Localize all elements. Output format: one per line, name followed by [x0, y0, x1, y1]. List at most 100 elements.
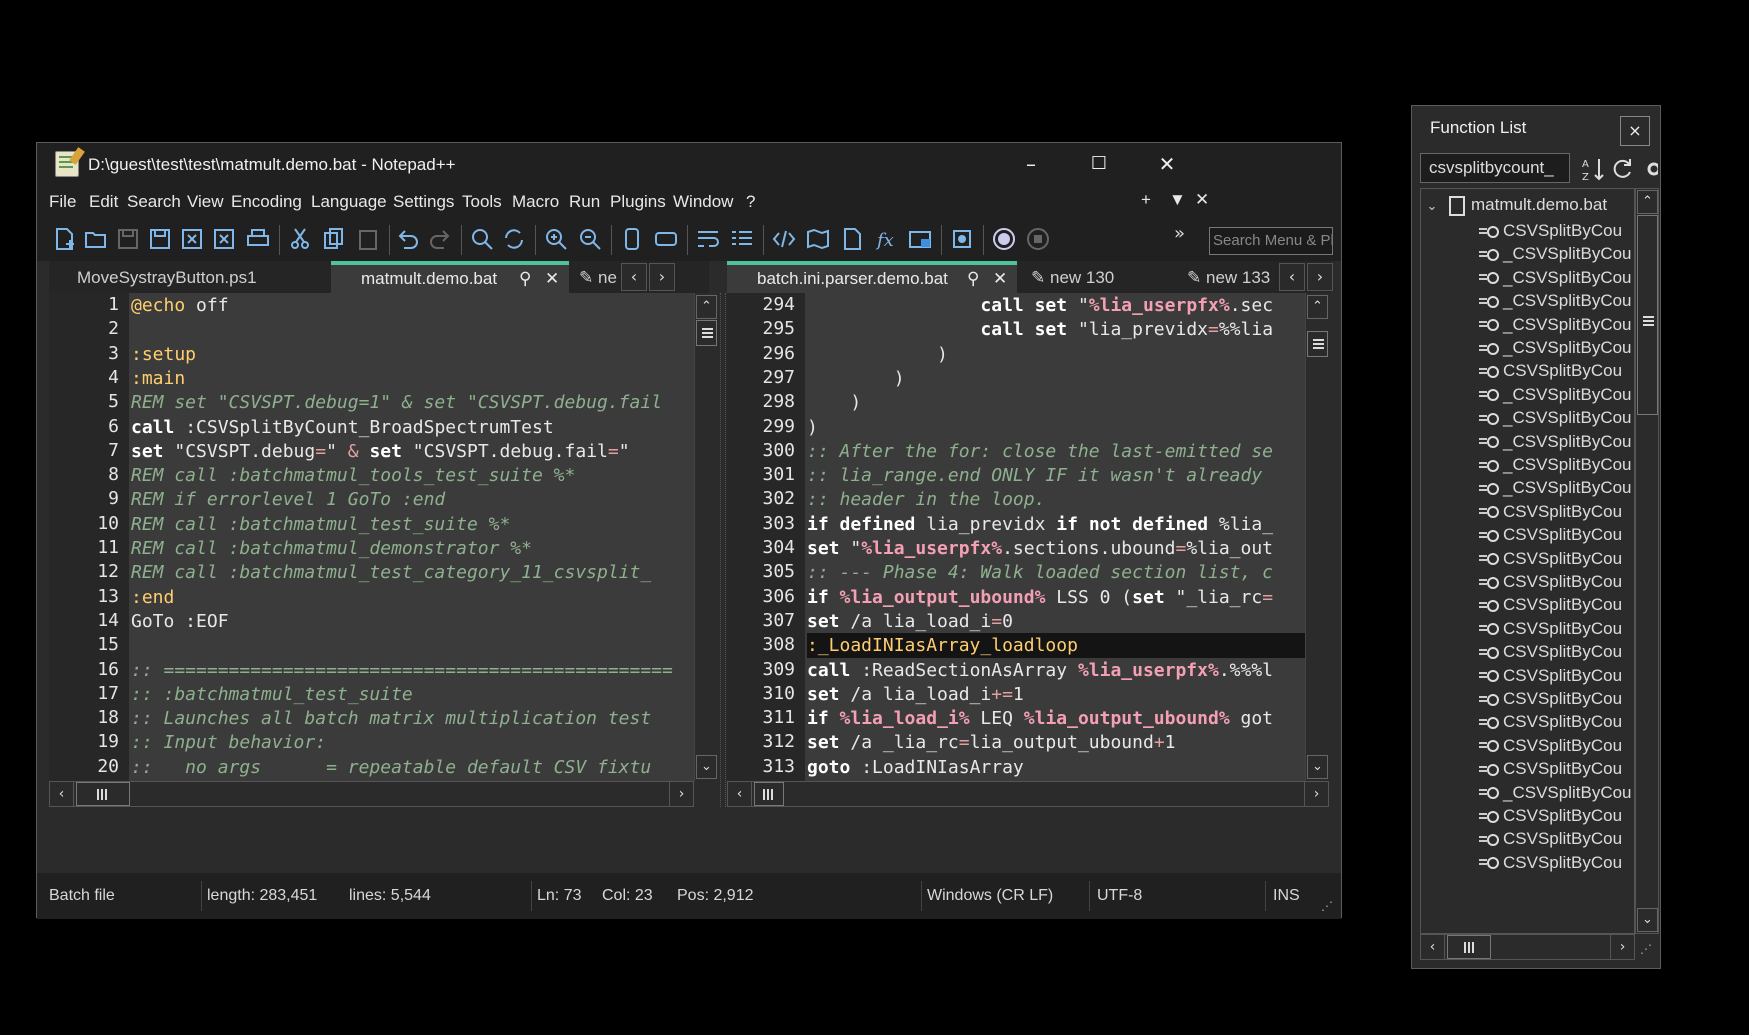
scroll-thumb[interactable]: [1447, 935, 1491, 959]
function-list-item[interactable]: CSVSplitByCou: [1479, 549, 1622, 575]
code-line[interactable]: :end: [131, 585, 694, 610]
function-list-item[interactable]: CSVSplitByCou: [1479, 525, 1622, 551]
pin-icon[interactable]: ⚲: [519, 265, 531, 293]
function-list-item[interactable]: CSVSplitByCou: [1479, 361, 1622, 387]
function-list-item[interactable]: CSVSplitByCou: [1479, 619, 1622, 645]
function-list-item[interactable]: CSVSplitByCou: [1479, 712, 1622, 738]
minimize-button[interactable]: –: [1001, 147, 1061, 183]
document-list-icon[interactable]: [839, 226, 865, 252]
code-line[interactable]: :_LoadINIasArray_loadloop: [807, 633, 1305, 659]
code-line[interactable]: set /a lia_load_i+=1: [807, 682, 1305, 707]
zoom-in-icon[interactable]: [543, 226, 569, 252]
code-line[interactable]: call :ReadSectionAsArray %lia_userpfx%.%…: [807, 658, 1305, 683]
scroll-right-button[interactable]: ›: [1610, 935, 1634, 959]
code-line[interactable]: REM call :batchmatmul_test_suite %*: [131, 512, 694, 537]
function-list-item[interactable]: CSVSplitByCou: [1479, 853, 1622, 879]
function-list-item[interactable]: _CSVSplitByCou: [1479, 478, 1632, 504]
toolbar-overflow-button[interactable]: »: [1174, 223, 1185, 244]
scroll-left-button[interactable]: ‹: [728, 782, 752, 806]
record-macro-icon[interactable]: [991, 226, 1017, 252]
code-line[interactable]: call set "lia_previdx=%%lia: [807, 317, 1305, 342]
sort-icon[interactable]: AZ: [1582, 156, 1606, 183]
tab-close-icon[interactable]: ✕: [993, 265, 1007, 293]
code-line[interactable]: :: Input behavior:: [131, 730, 694, 755]
menu-macro[interactable]: Macro: [512, 192, 559, 212]
scroll-down-button[interactable]: ⌄: [696, 755, 717, 779]
function-list-item[interactable]: CSVSplitByCou: [1479, 221, 1622, 247]
menu-file[interactable]: File: [49, 192, 76, 212]
code-line[interactable]: call :CSVSplitByCount_BroadSpectrumTest: [131, 415, 694, 440]
code-line[interactable]: REM set "CSVSPT.debug=1" & set "CSVSPT.d…: [131, 390, 694, 415]
function-list-vertical-scrollbar[interactable]: ⌃ ⌄: [1635, 188, 1659, 934]
code-line[interactable]: :: Launches all batch matrix multiplicat…: [131, 706, 694, 731]
search-menu-input[interactable]: Search Menu & Plugins: [1209, 227, 1333, 255]
code-area[interactable]: call set "%lia_userpfx%.sec call set "li…: [807, 293, 1305, 781]
folder-workspace-icon[interactable]: [907, 226, 933, 252]
code-line[interactable]: :main: [131, 366, 694, 391]
scroll-right-button[interactable]: ›: [669, 782, 693, 806]
tab-close-icon[interactable]: ✕: [545, 265, 559, 293]
resize-grip-icon[interactable]: ⋰: [1640, 942, 1652, 956]
scroll-down-button[interactable]: ⌄: [1307, 755, 1328, 779]
code-line[interactable]: ): [807, 366, 1305, 391]
function-list-item[interactable]: CSVSplitByCou: [1479, 806, 1622, 832]
function-list-item[interactable]: CSVSplitByCou: [1479, 736, 1622, 762]
new-file-icon[interactable]: [51, 226, 77, 252]
scroll-thumb[interactable]: [1637, 215, 1658, 415]
function-list-item[interactable]: _CSVSplitByCou: [1479, 315, 1632, 341]
code-line[interactable]: ): [807, 415, 1305, 440]
tab-new-133[interactable]: ✎ new 133: [1181, 261, 1279, 293]
save-icon[interactable]: [115, 226, 141, 252]
scroll-up-button[interactable]: ⌃: [696, 295, 717, 319]
code-line[interactable]: REM call :batchmatmul_test_category_11_c…: [131, 560, 694, 585]
left-horizontal-scrollbar[interactable]: ‹ ›: [49, 781, 694, 807]
menu-language[interactable]: Language: [311, 192, 387, 212]
find-icon[interactable]: [469, 226, 495, 252]
menu-encoding[interactable]: Encoding: [231, 192, 302, 212]
eol-format-label[interactable]: Windows (CR LF): [927, 887, 1053, 905]
left-editor[interactable]: 12345678910111213141516171819202122 @ech…: [49, 293, 694, 781]
code-line[interactable]: if defined lia_previdx if not defined %l…: [807, 512, 1305, 537]
function-list-item[interactable]: CSVSplitByCou: [1479, 759, 1622, 785]
code-line[interactable]: [131, 317, 694, 342]
menu-edit[interactable]: Edit: [89, 192, 118, 212]
chevron-down-icon[interactable]: ⌄: [1421, 198, 1443, 214]
sync-vertical-icon[interactable]: [619, 226, 645, 252]
scroll-left-button[interactable]: ‹: [1421, 935, 1445, 959]
function-list-horizontal-scrollbar[interactable]: ‹ ›: [1420, 934, 1635, 960]
monitoring-icon[interactable]: [949, 226, 975, 252]
code-line[interactable]: REM call :batchmatmul_tools_test_suite %…: [131, 463, 694, 488]
tab-scroll-left-button[interactable]: ‹: [1279, 263, 1305, 291]
code-line[interactable]: REM if errorlevel 1 GoTo :end: [131, 487, 694, 512]
scroll-thumb[interactable]: [696, 320, 717, 346]
undo-icon[interactable]: [395, 226, 421, 252]
code-line[interactable]: goto :LoadINIasArray: [807, 755, 1305, 780]
function-list-item[interactable]: _CSVSplitByCou: [1479, 455, 1632, 481]
menu-settings[interactable]: Settings: [393, 192, 454, 212]
stop-macro-icon[interactable]: [1025, 226, 1051, 252]
menu-run[interactable]: Run: [569, 192, 600, 212]
code-line[interactable]: set "CSVSPT.debug=" & set "CSVSPT.debug.…: [131, 439, 694, 464]
code-line[interactable]: ): [807, 342, 1305, 367]
right-horizontal-scrollbar[interactable]: ‹ ›: [727, 781, 1329, 807]
function-list-item[interactable]: _CSVSplitByCou: [1479, 338, 1632, 364]
scroll-up-button[interactable]: ⌃: [1307, 295, 1328, 319]
code-line[interactable]: :: =====================================…: [131, 658, 694, 683]
maximize-button[interactable]: ☐: [1069, 147, 1129, 183]
encoding-label[interactable]: UTF-8: [1097, 887, 1142, 905]
document-map-icon[interactable]: [805, 226, 831, 252]
function-tree[interactable]: ⌄ matmult.demo.bat CSVSplitByCou _CSVSplit…: [1420, 188, 1635, 934]
menu-window[interactable]: Window: [673, 192, 733, 212]
function-list-item[interactable]: _CSVSplitByCou: [1479, 268, 1632, 294]
new-tab-button[interactable]: +: [1141, 190, 1151, 210]
open-file-icon[interactable]: [83, 226, 109, 252]
code-line[interactable]: set /a lia_load_i=0: [807, 609, 1305, 634]
pin-icon[interactable]: ⚲: [967, 265, 979, 293]
cut-icon[interactable]: [287, 226, 313, 252]
redo-icon[interactable]: [427, 226, 453, 252]
scroll-thumb[interactable]: [754, 782, 784, 806]
code-line[interactable]: call set "%lia_userpfx%.sec: [807, 293, 1305, 318]
function-list-close-button[interactable]: ×: [1620, 116, 1650, 146]
function-list-item[interactable]: _CSVSplitByCou: [1479, 408, 1632, 434]
save-all-icon[interactable]: [147, 226, 173, 252]
